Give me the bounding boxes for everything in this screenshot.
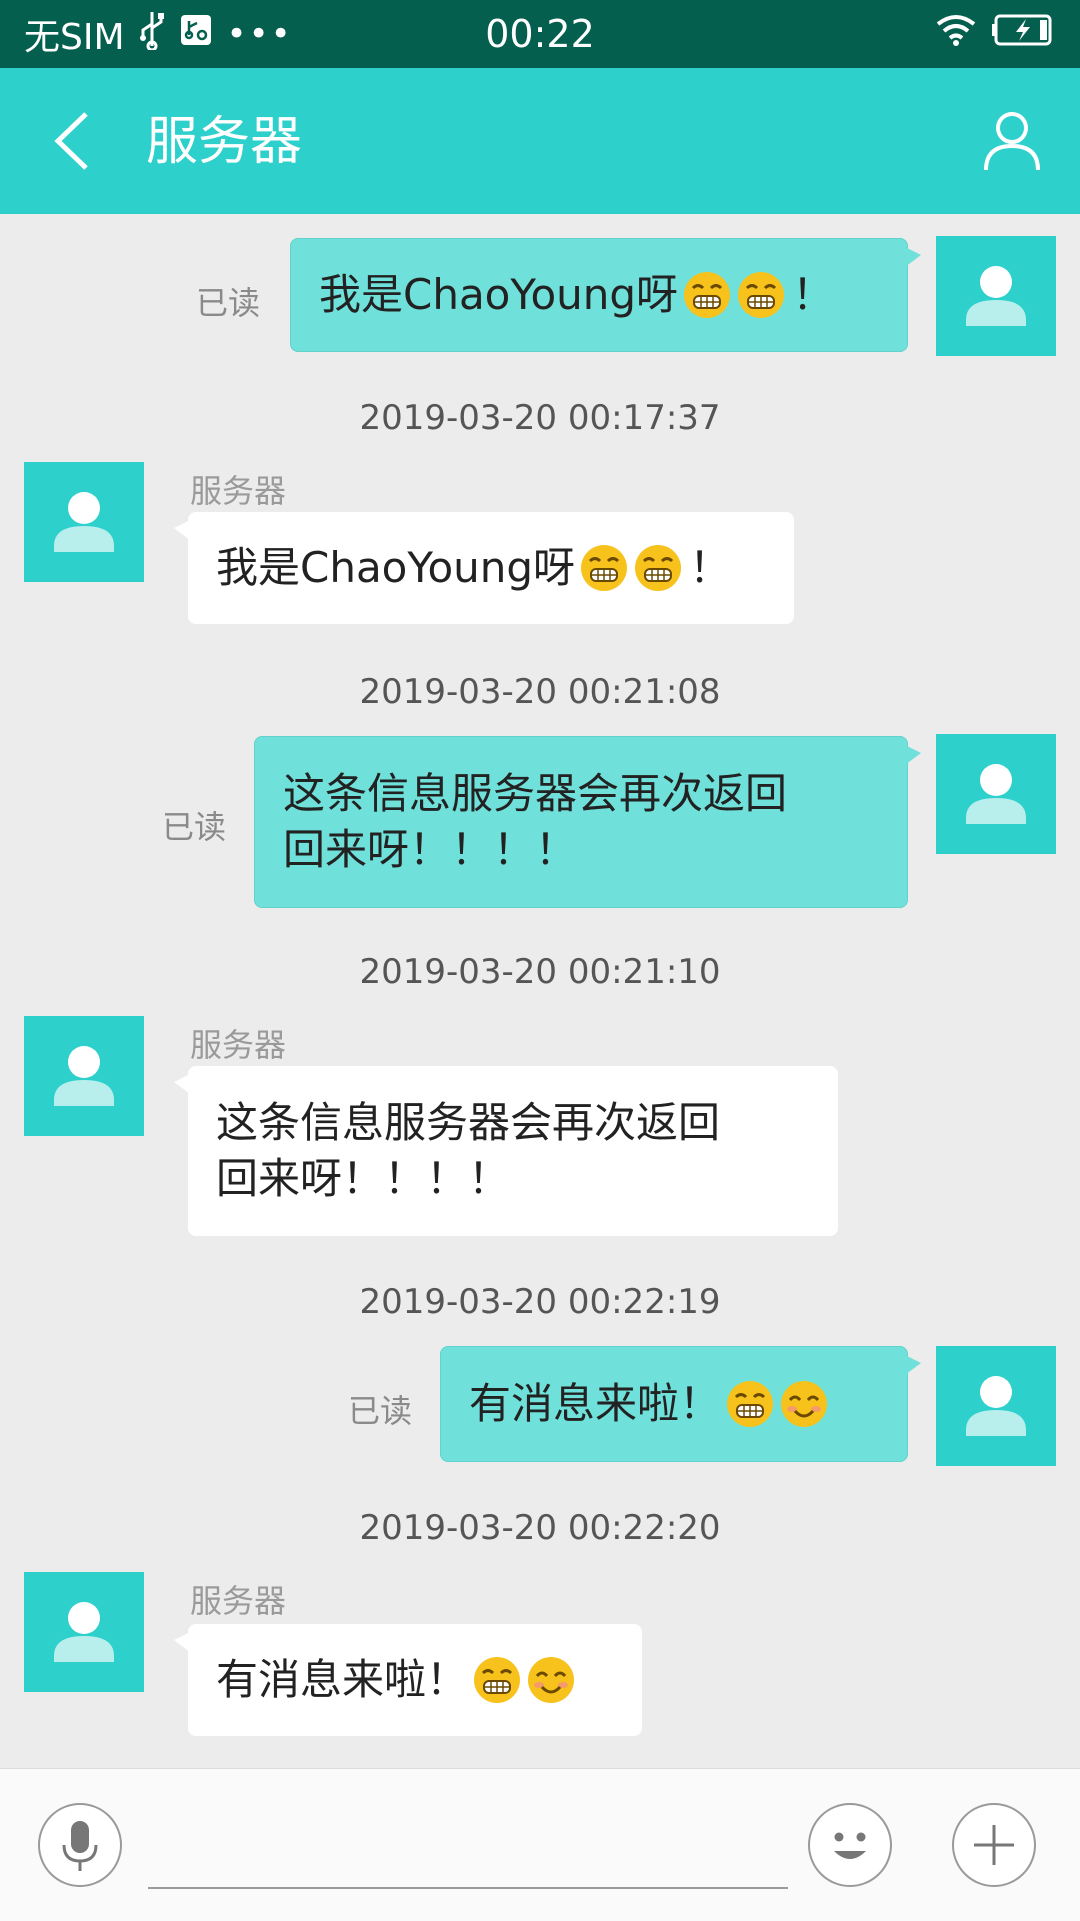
message-bubble-incoming[interactable]: 我是ChaoYoung呀 ！: [174, 512, 794, 624]
my-avatar[interactable]: [936, 236, 1056, 356]
clock: 00:22: [485, 12, 595, 56]
user-icon: [24, 1016, 144, 1136]
read-status: 已读: [162, 808, 227, 846]
message-text-line: 回来呀！！！！: [216, 1154, 511, 1203]
server-avatar[interactable]: [24, 1572, 144, 1692]
message-text: 我是ChaoYoung呀: [319, 270, 679, 319]
page-title: 服务器: [146, 112, 303, 172]
message-bubble-incoming[interactable]: 这条信息服务器会再次返回 回来呀！！！！: [174, 1066, 838, 1236]
message-text-line: 这条信息服务器会再次返回: [216, 1098, 721, 1147]
sender-name: 服务器: [190, 472, 287, 510]
server-avatar[interactable]: [24, 462, 144, 582]
read-status: 已读: [348, 1392, 413, 1430]
message-text: 我是ChaoYoung呀: [216, 543, 576, 592]
my-avatar[interactable]: [936, 1346, 1056, 1466]
smile-emoji-icon: [526, 1655, 576, 1705]
chevron-left-icon: [54, 112, 88, 170]
read-status: 已读: [196, 284, 261, 322]
grin-emoji-icon: [633, 543, 683, 593]
battery-charging-icon: [992, 14, 1056, 50]
timestamp: 2019-03-20 00:22:20: [359, 1508, 721, 1548]
server-avatar[interactable]: [24, 1016, 144, 1136]
emoji-icon: [834, 1832, 866, 1859]
plus-icon: [974, 1825, 1014, 1865]
message-text-line: 这条信息服务器会再次返回: [283, 769, 788, 818]
message-bubble-outgoing[interactable]: 有消息来啦！: [440, 1346, 921, 1462]
message-input[interactable]: [148, 1805, 788, 1889]
user-icon: [936, 1346, 1056, 1466]
app-bar: 服务器: [0, 68, 1080, 214]
grin-emoji-icon: [736, 270, 786, 320]
input-bar: [0, 1768, 1080, 1921]
message-text-suffix: ！: [792, 270, 835, 319]
message-text: 有消息来啦！: [216, 1655, 469, 1704]
message-text-suffix: ！: [689, 543, 732, 592]
message-text: 有消息来啦！: [469, 1379, 722, 1428]
back-button[interactable]: [46, 108, 106, 174]
sender-name: 服务器: [190, 1026, 287, 1064]
timestamp: 2019-03-20 00:22:19: [359, 1282, 721, 1322]
user-icon: [936, 236, 1056, 356]
microphone-icon: [62, 1821, 98, 1871]
message-text-line: 回来呀！！！！: [283, 825, 578, 874]
status-bar: 无SIM ••• 00:22: [0, 0, 1080, 68]
user-icon: [936, 734, 1056, 854]
message-bubble-incoming[interactable]: 有消息来啦！: [174, 1624, 642, 1736]
grin-emoji-icon: [682, 270, 732, 320]
message-bubble-outgoing[interactable]: 我是ChaoYoung呀 ！: [290, 238, 921, 352]
user-icon: [24, 462, 144, 582]
timestamp: 2019-03-20 00:21:10: [359, 952, 721, 992]
user-icon: [24, 1572, 144, 1692]
voice-button[interactable]: [38, 1803, 122, 1887]
emoji-button[interactable]: [808, 1803, 892, 1887]
grin-emoji-icon: [579, 543, 629, 593]
grin-emoji-icon: [725, 1379, 775, 1429]
my-avatar[interactable]: [936, 734, 1056, 854]
grin-emoji-icon: [472, 1655, 522, 1705]
message-bubble-outgoing[interactable]: 这条信息服务器会再次返回 回来呀！！！！: [254, 736, 921, 908]
sender-name: 服务器: [190, 1582, 287, 1620]
profile-button[interactable]: [980, 108, 1044, 174]
more-options-button[interactable]: [952, 1803, 1036, 1887]
timestamp: 2019-03-20 00:21:08: [359, 672, 721, 712]
person-outline-icon: [984, 112, 1040, 171]
timestamp: 2019-03-20 00:17:37: [359, 398, 721, 438]
smile-emoji-icon: [779, 1379, 829, 1429]
wifi-icon: [936, 14, 976, 50]
